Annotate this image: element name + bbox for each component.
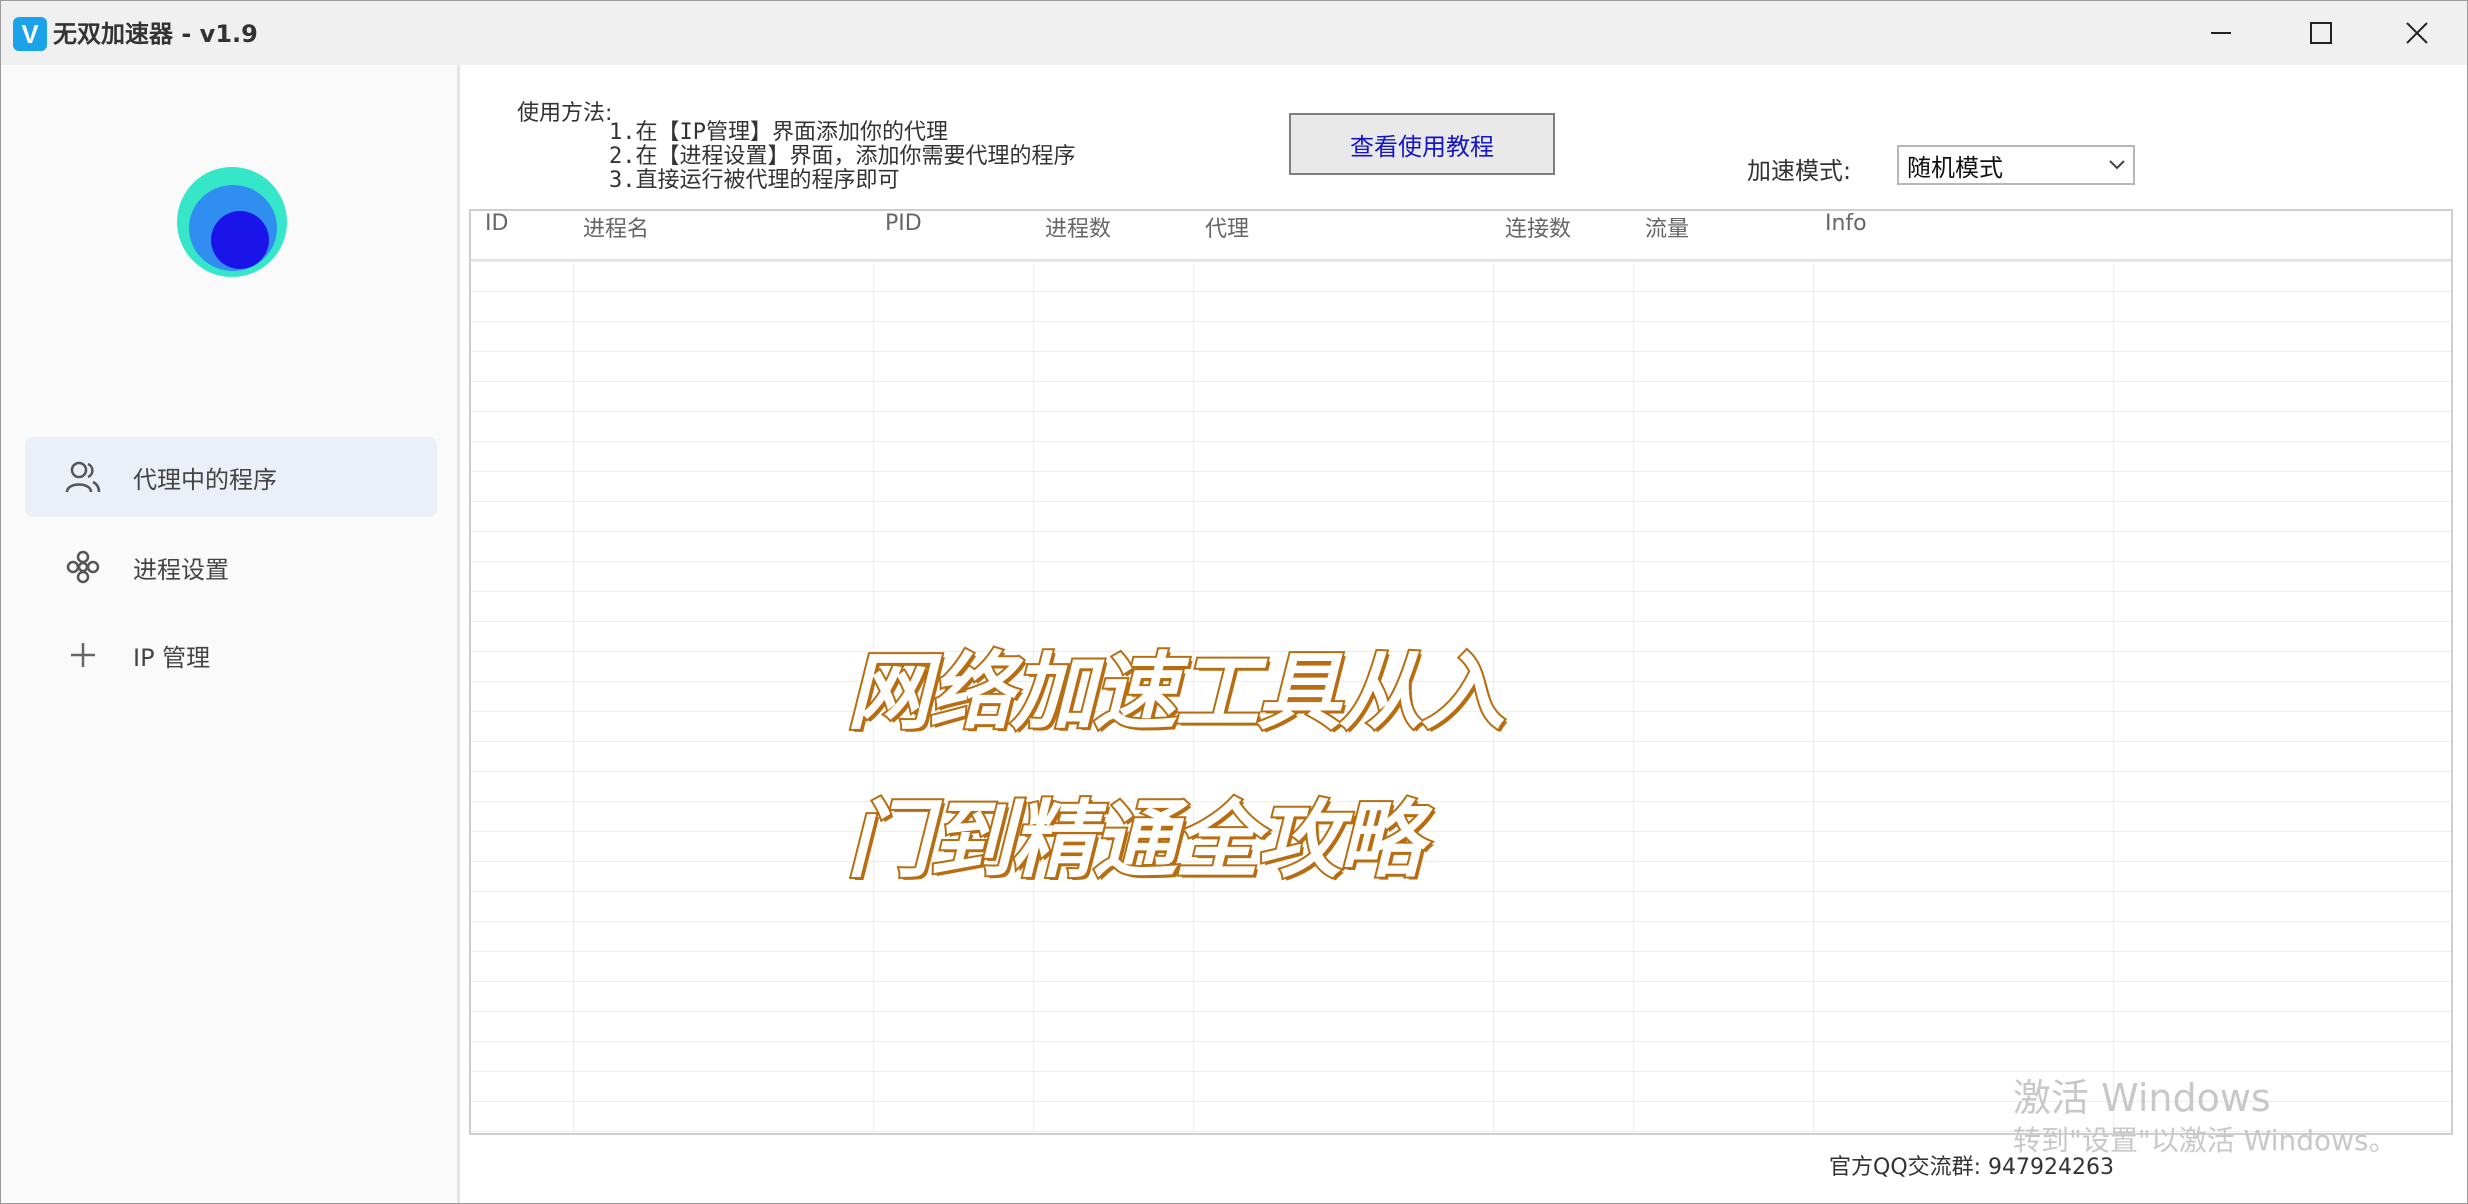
sidebar-item-ip-management[interactable]: IP 管理 — [25, 615, 437, 695]
column-header-connections[interactable]: 连接数 — [1505, 211, 1571, 259]
app-window: V 无双加速器 - v1.9 代理中的程序 进程设置 IP 管理 使用方法: 1… — [0, 0, 2468, 1204]
windows-activation-watermark-title: 激活 Windows — [2013, 1076, 2271, 1120]
column-header-id[interactable]: ID — [485, 211, 508, 259]
column-divider — [1633, 261, 1634, 1133]
brand-logo-ring — [189, 185, 277, 271]
table-header: ID 进程名 PID 进程数 代理 连接数 流量 Info — [471, 211, 2451, 261]
close-button[interactable] — [2367, 1, 2467, 65]
usage-heading: 使用方法: — [517, 101, 613, 126]
column-header-proxy[interactable]: 代理 — [1205, 211, 1249, 259]
qq-group-info: 官方QQ交流群: 947924263 — [1829, 1155, 2115, 1180]
process-settings-icon — [63, 547, 103, 587]
app-logo-icon: V — [13, 17, 47, 51]
chevron-down-icon — [2101, 147, 2133, 183]
plus-icon — [63, 635, 103, 675]
view-tutorial-button[interactable]: 查看使用教程 — [1289, 113, 1555, 175]
overlay-headline-line1: 网络加速工具从入 — [845, 641, 1507, 743]
maximize-icon — [2310, 22, 2332, 44]
brand-logo — [177, 167, 287, 277]
sidebar-item-label: 进程设置 — [133, 555, 229, 584]
sidebar-item-label: 代理中的程序 — [133, 465, 277, 494]
usage-step: 2.在【进程设置】界面，添加你需要代理的程序 — [609, 144, 1076, 169]
sidebar-item-proxied-programs[interactable]: 代理中的程序 — [25, 437, 437, 517]
column-divider — [2113, 261, 2114, 1133]
close-icon — [2406, 22, 2428, 44]
column-header-process-name[interactable]: 进程名 — [583, 211, 649, 259]
usage-step: 3.直接运行被代理的程序即可 — [609, 168, 900, 193]
acceleration-mode-value: 随机模式 — [1907, 153, 2003, 182]
sidebar-item-label: IP 管理 — [133, 643, 211, 672]
sidebar-item-process-settings[interactable]: 进程设置 — [25, 527, 437, 607]
sidebar: 代理中的程序 进程设置 IP 管理 — [1, 65, 460, 1203]
user-group-icon — [63, 457, 103, 497]
column-divider — [1813, 261, 1814, 1133]
column-header-process-count[interactable]: 进程数 — [1045, 211, 1111, 259]
column-divider — [573, 261, 574, 1133]
acceleration-mode-select[interactable]: 随机模式 — [1897, 145, 2135, 185]
usage-step: 1.在【IP管理】界面添加你的代理 — [609, 120, 948, 145]
overlay-headline-line2: 门到精通全攻略 — [845, 789, 1425, 891]
maximize-button[interactable] — [2271, 1, 2371, 65]
acceleration-mode-label: 加速模式: — [1747, 157, 1852, 185]
minimize-icon — [2211, 32, 2231, 34]
window-title: 无双加速器 - v1.9 — [53, 20, 258, 48]
column-header-traffic[interactable]: 流量 — [1645, 211, 1689, 259]
title-bar: V 无双加速器 - v1.9 — [1, 1, 2467, 65]
minimize-button[interactable] — [2171, 1, 2271, 65]
column-header-pid[interactable]: PID — [885, 211, 922, 259]
column-header-info[interactable]: Info — [1825, 211, 1867, 259]
brand-logo-core — [211, 211, 269, 269]
